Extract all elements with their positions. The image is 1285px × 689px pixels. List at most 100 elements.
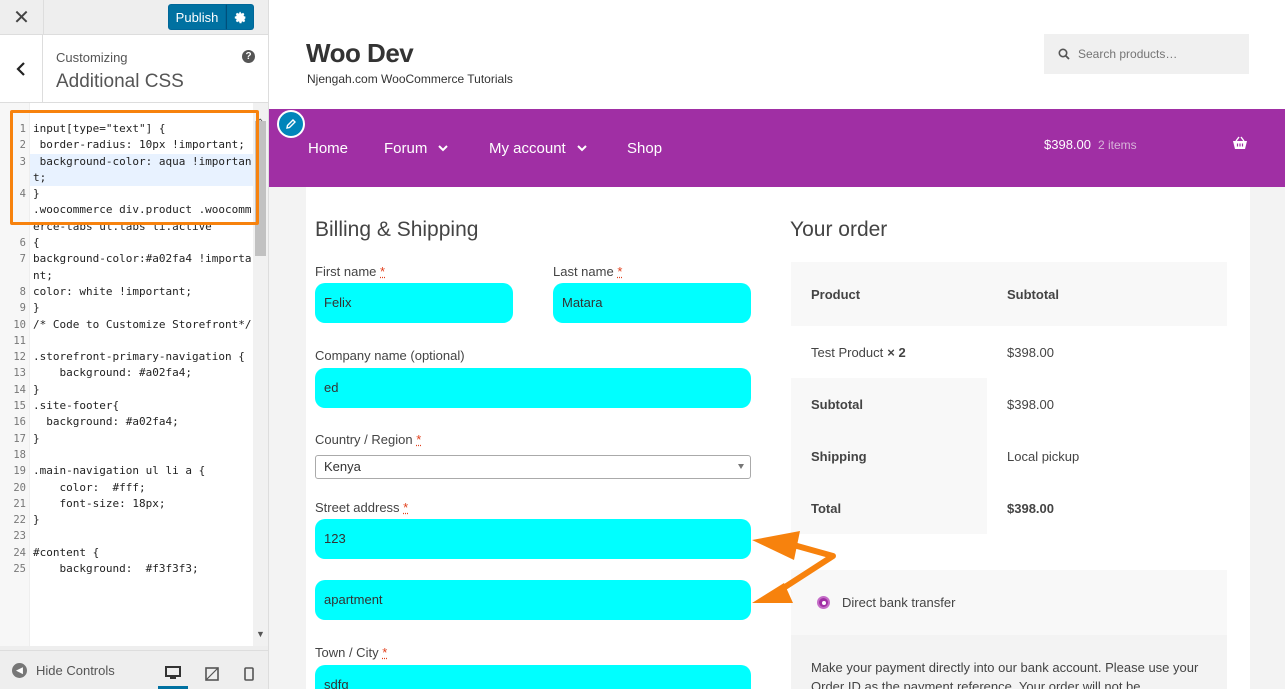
code-line[interactable]: 10 /* Code to Customize Storefront*/ bbox=[0, 317, 253, 333]
code-line[interactable]: 20 color: #fff; bbox=[0, 480, 253, 496]
basket-icon[interactable] bbox=[1232, 136, 1248, 150]
first-name-input[interactable]: Felix bbox=[315, 283, 513, 323]
subtotal-label: Subtotal bbox=[791, 378, 987, 430]
section-subtitle: Customizing bbox=[56, 50, 128, 65]
line-number: 24 bbox=[13, 546, 26, 559]
line-text: background-color:#a02fa4 !important; bbox=[33, 252, 252, 282]
chevron-down-icon bbox=[438, 145, 449, 152]
billing-heading: Billing & Shipping bbox=[315, 218, 479, 241]
dropdown-arrow-icon bbox=[738, 464, 744, 469]
item-cell: Test Product × 2 bbox=[791, 326, 987, 378]
code-line[interactable]: 22} bbox=[0, 512, 253, 528]
line-text: .storefront-primary-navigation { bbox=[33, 350, 245, 364]
edit-shortcut-button[interactable] bbox=[277, 110, 305, 138]
last-name-input[interactable]: Matara bbox=[553, 283, 751, 323]
section-header: Customizing Additional CSS ? bbox=[0, 35, 268, 103]
bank-transfer-radio[interactable] bbox=[817, 596, 830, 609]
help-icon[interactable]: ? bbox=[242, 50, 255, 63]
line-text bbox=[30, 528, 253, 544]
close-customizer-button[interactable]: ✕ bbox=[0, 0, 44, 35]
nav-forum[interactable]: Forum bbox=[384, 140, 449, 157]
line-number: 6 bbox=[19, 237, 26, 250]
apartment-input[interactable]: apartment bbox=[315, 580, 751, 620]
code-line[interactable]: 24 #content { bbox=[0, 545, 253, 561]
code-line[interactable]: 13 background: #a02fa4; bbox=[0, 365, 253, 381]
table-header-row: Product Subtotal bbox=[791, 262, 1227, 326]
preview-mobile-button[interactable] bbox=[234, 659, 264, 689]
code-line[interactable]: 14} bbox=[0, 382, 253, 398]
code-line[interactable]: 8 color: white !important; bbox=[0, 284, 253, 300]
code-line[interactable]: 18 bbox=[0, 447, 253, 463]
line-text: { bbox=[33, 236, 40, 250]
nav-shop[interactable]: Shop bbox=[627, 140, 662, 157]
code-line[interactable]: 23 bbox=[0, 528, 253, 544]
preview-desktop-button[interactable] bbox=[158, 659, 188, 689]
line-number: 13 bbox=[13, 367, 26, 380]
table-row: Test Product × 2 $398.00 bbox=[791, 326, 1227, 378]
total-value: $398.00 bbox=[1007, 500, 1054, 516]
nav-shop-label: Shop bbox=[627, 140, 663, 157]
first-name-label: First name * bbox=[315, 264, 386, 279]
city-label: Town / City * bbox=[315, 645, 388, 660]
publish-settings-button[interactable] bbox=[226, 4, 254, 30]
primary-navigation: Home Forum My account Shop $398.00 2 ite… bbox=[269, 109, 1285, 187]
code-line[interactable]: 7 background-color:#a02fa4 !important; bbox=[0, 251, 253, 284]
code-line[interactable]: 16 background: #a02fa4; bbox=[0, 414, 253, 430]
line-number: 15 bbox=[13, 400, 26, 413]
company-input[interactable]: ed bbox=[315, 368, 751, 408]
site-tagline: Njengah.com WooCommerce Tutorials bbox=[307, 72, 513, 86]
search-input[interactable] bbox=[1078, 47, 1238, 61]
mobile-icon bbox=[244, 667, 254, 681]
code-line[interactable]: 6{ bbox=[0, 235, 253, 251]
scroll-down-icon[interactable]: ▼ bbox=[255, 629, 266, 641]
close-icon: ✕ bbox=[13, 7, 30, 29]
customizer-header: ✕ Publish bbox=[0, 0, 268, 35]
line-text: background: #a02fa4; bbox=[33, 366, 192, 380]
country-select[interactable]: Kenya bbox=[315, 455, 751, 479]
customizer-footer: ◀ Hide Controls bbox=[0, 650, 268, 689]
line-number: 16 bbox=[13, 416, 26, 429]
payment-methods: Direct bank transfer bbox=[791, 570, 1227, 635]
shipping-value: Local pickup bbox=[1007, 448, 1080, 464]
total-row: Total $398.00 bbox=[791, 482, 1227, 534]
line-number: 18 bbox=[13, 448, 26, 461]
line-text: background: #f3f3f3; bbox=[33, 562, 199, 576]
column-header-subtotal: Subtotal bbox=[1007, 286, 1059, 302]
code-line[interactable]: 9} bbox=[0, 300, 253, 316]
line-text: .site-footer{ bbox=[33, 399, 120, 413]
nav-home[interactable]: Home bbox=[308, 140, 348, 157]
code-line[interactable]: 19 .main-navigation ul li a { bbox=[0, 463, 253, 479]
line-text: } bbox=[33, 431, 40, 445]
line-number: 19 bbox=[13, 465, 26, 478]
site-title[interactable]: Woo Dev bbox=[306, 38, 414, 69]
hide-controls-button[interactable]: ◀ Hide Controls bbox=[12, 663, 115, 678]
cart-count[interactable]: 2 items bbox=[1098, 138, 1137, 152]
tablet-icon bbox=[205, 667, 219, 681]
line-number: 21 bbox=[13, 497, 26, 510]
line-number: 22 bbox=[13, 514, 26, 527]
country-value: Kenya bbox=[324, 459, 361, 474]
code-line[interactable]: 12 .storefront-primary-navigation { bbox=[0, 349, 253, 365]
code-line[interactable]: 25 background: #f3f3f3; bbox=[0, 561, 253, 577]
line-number: 17 bbox=[13, 432, 26, 445]
code-line[interactable]: 17} bbox=[0, 431, 253, 447]
cart-total[interactable]: $398.00 bbox=[1044, 137, 1091, 152]
code-line[interactable]: 21 font-size: 18px; bbox=[0, 496, 253, 512]
code-line[interactable]: 11 bbox=[0, 333, 253, 349]
line-text: } bbox=[33, 301, 40, 315]
nav-forum-label: Forum bbox=[384, 140, 428, 157]
publish-button[interactable]: Publish bbox=[168, 4, 226, 30]
bank-transfer-label[interactable]: Direct bank transfer bbox=[842, 595, 955, 610]
street-address-input[interactable]: 123 bbox=[315, 519, 751, 559]
total-label: Total bbox=[791, 482, 987, 534]
line-number: 25 bbox=[13, 563, 26, 576]
customizer-sidebar: ✕ Publish Customizing Additional CSS ? 1… bbox=[0, 0, 269, 689]
back-button[interactable] bbox=[0, 35, 43, 103]
product-search[interactable] bbox=[1044, 34, 1249, 74]
nav-my-account[interactable]: My account bbox=[489, 140, 587, 157]
section-title: Additional CSS bbox=[56, 71, 184, 92]
city-input[interactable]: sdfg bbox=[315, 665, 751, 689]
code-line[interactable]: 15 .site-footer{ bbox=[0, 398, 253, 414]
preview-tablet-button[interactable] bbox=[197, 659, 227, 689]
line-number: 7 bbox=[19, 253, 26, 266]
